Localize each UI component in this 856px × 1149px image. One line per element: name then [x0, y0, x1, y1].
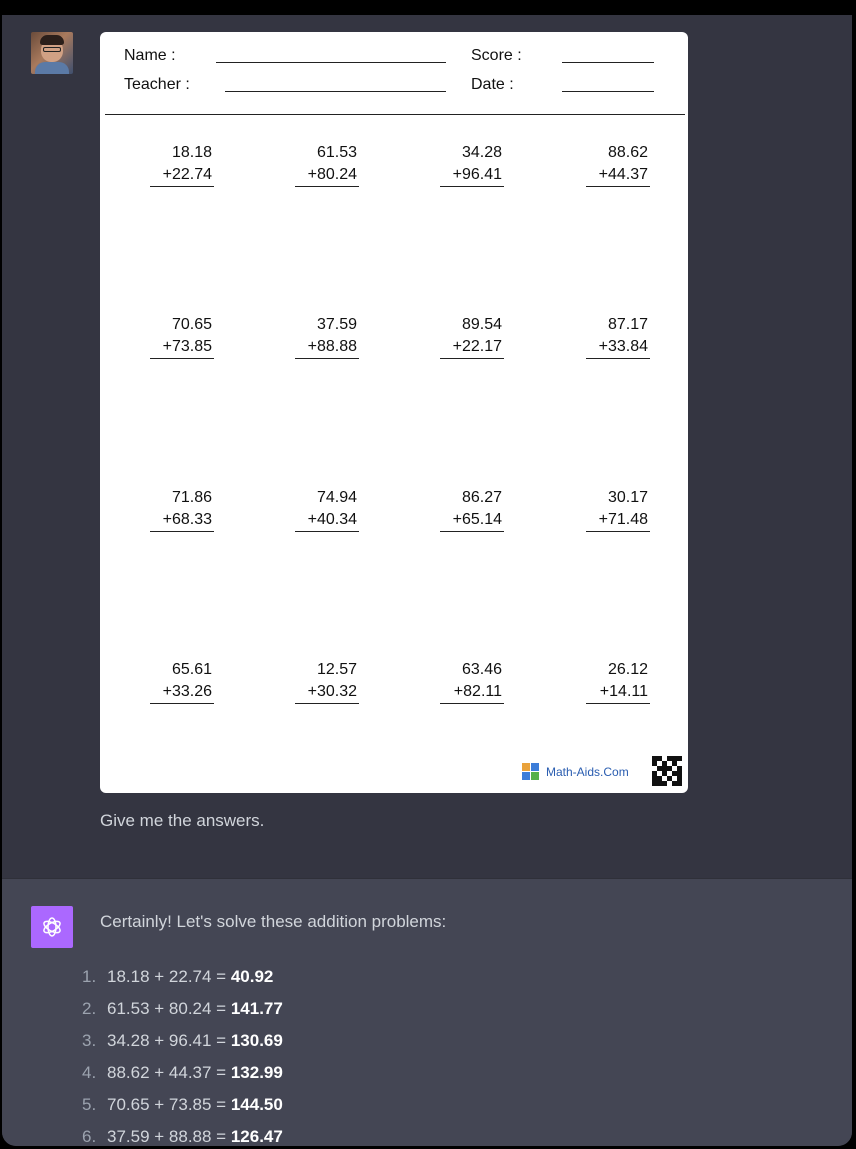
- problem-16: 26.12 +14.11: [586, 659, 650, 704]
- answer-item: 4. 88.62 + 44.37 = 132.99: [82, 1063, 283, 1082]
- answer-item: 5. 70.65 + 73.85 = 144.50: [82, 1095, 283, 1114]
- problem-4: 88.62 +44.37: [586, 142, 650, 187]
- top-bar: [0, 0, 856, 15]
- name-label: Name :: [124, 47, 176, 64]
- problem-9: 71.86 +68.33: [150, 487, 214, 532]
- user-avatar: [31, 32, 73, 74]
- user-prompt-text: Give me the answers.: [100, 811, 265, 830]
- problem-15: 63.46 +82.11: [440, 659, 504, 704]
- problem-11: 86.27 +65.14: [440, 487, 504, 532]
- teacher-line: [225, 91, 446, 92]
- user-message-row: Name : Score : Teacher : Date : 18.18 +22…: [2, 15, 852, 878]
- chat-window: Name : Score : Teacher : Date : 18.18 +22…: [2, 15, 852, 1146]
- problem-13: 65.61 +33.26: [150, 659, 214, 704]
- score-label: Score :: [471, 47, 522, 64]
- answer-item: 1. 18.18 + 22.74 = 40.92: [82, 967, 274, 986]
- problem-6: 37.59 +88.88: [295, 314, 359, 359]
- assistant-intro-text: Certainly! Let's solve these addition pr…: [100, 912, 447, 931]
- math-aids-logo-icon: [522, 763, 540, 781]
- problem-7: 89.54 +22.17: [440, 314, 504, 359]
- problem-2: 61.53 +80.24: [295, 142, 359, 187]
- header-divider: [105, 114, 685, 115]
- problem-8: 87.17 +33.84: [586, 314, 650, 359]
- date-label: Date :: [471, 76, 514, 93]
- problem-5: 70.65 +73.85: [150, 314, 214, 359]
- math-aids-brand: Math-Aids.Com: [522, 762, 629, 782]
- score-line: [562, 62, 654, 63]
- answer-item: 6. 37.59 + 88.88 = 126.47: [82, 1127, 283, 1146]
- answer-item: 3. 34.28 + 96.41 = 130.69: [82, 1031, 283, 1050]
- assistant-message-row: Certainly! Let's solve these addition pr…: [2, 878, 852, 1146]
- problem-3: 34.28 +96.41: [440, 142, 504, 187]
- qr-code-icon: [652, 756, 682, 786]
- problem-10: 74.94 +40.34: [295, 487, 359, 532]
- answer-item: 2. 61.53 + 80.24 = 141.77: [82, 999, 283, 1018]
- date-line: [562, 91, 654, 92]
- problem-12: 30.17 +71.48: [586, 487, 650, 532]
- teacher-label: Teacher :: [124, 76, 190, 93]
- worksheet-image[interactable]: Name : Score : Teacher : Date : 18.18 +22…: [100, 32, 688, 793]
- name-line: [216, 62, 446, 63]
- answer-list: 1. 18.18 + 22.74 = 40.92 2. 61.53 + 80.24 …: [82, 967, 283, 1146]
- brand-text: Math-Aids.Com: [546, 765, 629, 779]
- problem-1: 18.18 +22.74: [150, 142, 214, 187]
- problem-14: 12.57 +30.32: [295, 659, 359, 704]
- openai-logo-icon: [31, 906, 73, 948]
